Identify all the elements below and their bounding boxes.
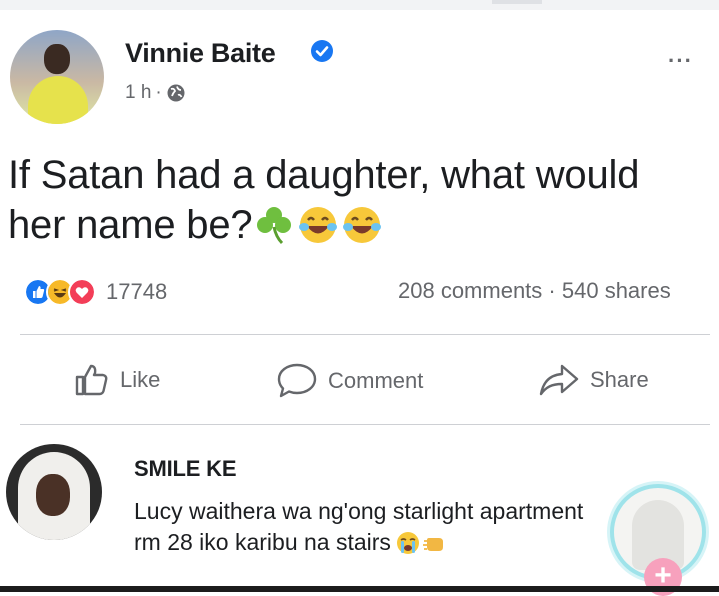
- thumbs-up-icon: [75, 364, 108, 396]
- commenter-name[interactable]: SMILE KE: [134, 456, 237, 482]
- more-options-icon[interactable]: ···: [668, 48, 693, 74]
- post-stats: 208 comments · 540 shares: [398, 278, 671, 304]
- meta-separator: ·: [155, 82, 162, 103]
- author-name[interactable]: Vinnie Baite: [125, 38, 276, 69]
- reaction-summary[interactable]: 17748: [24, 278, 167, 306]
- comment-bubble-icon: [277, 363, 317, 398]
- verified-badge-icon: [311, 40, 333, 62]
- like-label: Like: [120, 367, 161, 392]
- loudly-crying-icon: [396, 531, 419, 554]
- bottom-edge: [0, 586, 719, 592]
- share-button[interactable]: Share: [538, 362, 649, 398]
- share-label: Share: [590, 367, 649, 392]
- comment-button[interactable]: Comment: [276, 362, 423, 400]
- reaction-count: 17748: [106, 279, 168, 304]
- globe-icon: [167, 84, 185, 102]
- stats-separator: ·: [548, 278, 556, 303]
- divider: [20, 424, 710, 425]
- like-button[interactable]: Like: [74, 362, 160, 398]
- shamrock-icon: [257, 207, 292, 245]
- comment-label: Comment: [328, 368, 424, 393]
- fist-bump-icon: [422, 537, 443, 551]
- post-text-line2: her name be?: [8, 203, 253, 247]
- laughing-crying-icon: [299, 207, 338, 243]
- top-edge: [0, 0, 719, 10]
- post-text: If Satan had a daughter, what would her …: [8, 150, 708, 250]
- post-meta: 1 h ·: [125, 82, 186, 104]
- shares-count[interactable]: 540 shares: [562, 278, 671, 303]
- comments-count[interactable]: 208 comments: [398, 278, 542, 303]
- post-time[interactable]: 1 h: [125, 82, 151, 104]
- divider: [20, 334, 710, 335]
- commenter-avatar[interactable]: [6, 444, 102, 540]
- love-reaction-icon: [68, 278, 96, 306]
- post-text-line1: If Satan had a daughter, what would: [8, 153, 640, 197]
- comment-text-line2: rm 28 iko karibu na stairs: [134, 529, 391, 555]
- share-arrow-icon: [539, 364, 579, 396]
- author-avatar[interactable]: [10, 30, 104, 124]
- laughing-crying-icon: [343, 207, 382, 243]
